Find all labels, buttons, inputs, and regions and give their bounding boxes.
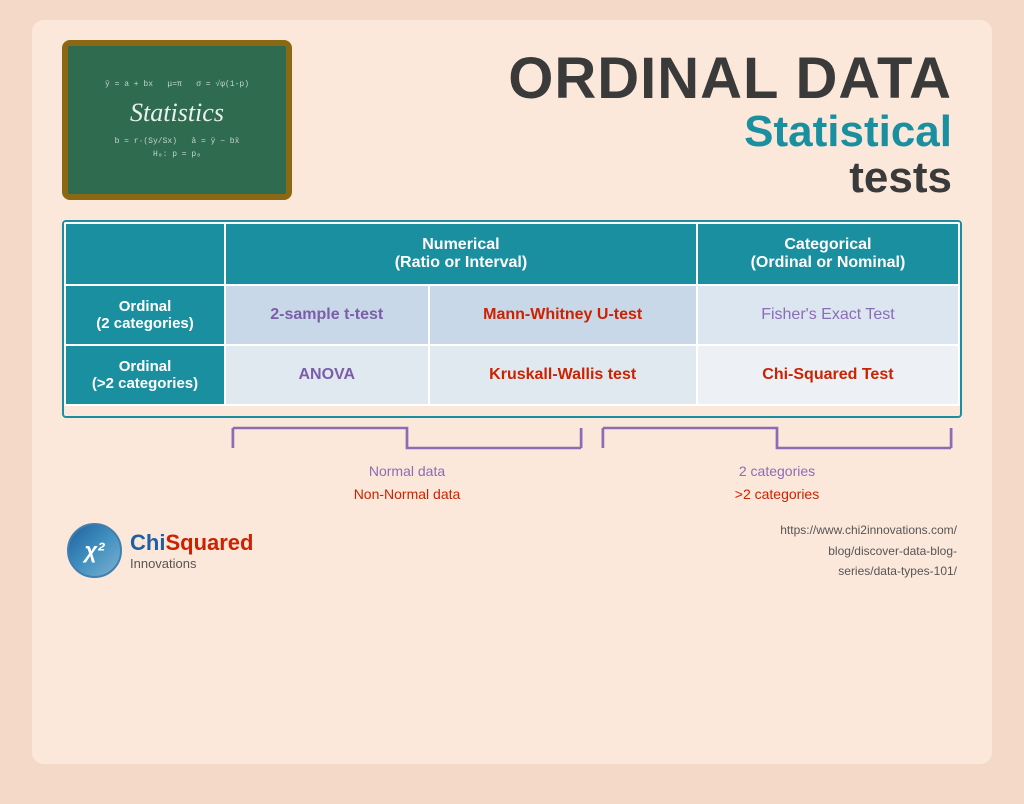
- title-ordinal-data: ORDINAL DATA: [292, 50, 952, 108]
- row1-col2-mann-whitney: Mann-Whitney U-test: [429, 285, 697, 345]
- th-numerical: Numerical (Ratio or Interval): [225, 223, 697, 285]
- chalkboard-formula-bottom: b = r·(Sy/Sx) ā = ȳ − bx̄ H₀: p = p₀: [105, 136, 249, 162]
- table-row-ordinal-2cat: Ordinal (2 categories) 2-sample t-test M…: [65, 285, 959, 345]
- footer-url: https://www.chi2innovations.com/ blog/di…: [780, 520, 957, 581]
- logo-area: χ² ChiSquared Innovations: [67, 523, 253, 578]
- header: ŷ = a + bx μ=π σ = √φ(1-p) Statistics b …: [62, 40, 962, 200]
- row1-label: Ordinal (2 categories): [65, 285, 225, 345]
- logo-innovations: Innovations: [130, 556, 253, 571]
- stats-table: Numerical (Ratio or Interval) Categorica…: [64, 222, 960, 406]
- th-categorical: Categorical (Ordinal or Nominal): [697, 223, 959, 285]
- main-container: ŷ = a + bx μ=π σ = √φ(1-p) Statistics b …: [32, 20, 992, 764]
- logo-chi: Chi: [130, 530, 165, 555]
- row2-label: Ordinal (>2 categories): [65, 345, 225, 405]
- brace-spacer: [62, 423, 222, 505]
- brace-categorical-svg: [592, 423, 962, 453]
- footer: χ² ChiSquared Innovations https://www.ch…: [62, 520, 962, 581]
- chalkboard-content: ŷ = a + bx μ=π σ = √φ(1-p) Statistics b …: [100, 74, 254, 167]
- row2-col1-anova: ANOVA: [225, 345, 429, 405]
- title-area: ORDINAL DATA Statistical tests: [292, 40, 962, 200]
- brace-categorical: 2 categories >2 categories: [592, 423, 962, 505]
- brace-categorical-labels: 2 categories >2 categories: [592, 460, 962, 505]
- stats-table-wrapper: Numerical (Ratio or Interval) Categorica…: [62, 220, 962, 418]
- brace-numerical: Normal data Non-Normal data: [222, 423, 592, 505]
- brace-numerical-svg: [222, 423, 592, 453]
- chalkboard-formula-top: ŷ = a + bx μ=π σ = √φ(1-p): [105, 79, 249, 92]
- brace-numerical-labels: Normal data Non-Normal data: [222, 460, 592, 505]
- table-row-ordinal-2plus-cat: Ordinal (>2 categories) ANOVA Kruskall-W…: [65, 345, 959, 405]
- logo-text-group: ChiSquared Innovations: [130, 530, 253, 571]
- brace-area: Normal data Non-Normal data 2 categories…: [62, 423, 962, 505]
- logo-squared: Squared: [165, 530, 253, 555]
- title-statistical: Statistical: [292, 108, 952, 156]
- row1-col3-fishers: Fisher's Exact Test: [697, 285, 959, 345]
- row1-col1-2sample-ttest: 2-sample t-test: [225, 285, 429, 345]
- logo-icon: χ²: [67, 523, 122, 578]
- chalkboard-image: ŷ = a + bx μ=π σ = √φ(1-p) Statistics b …: [62, 40, 292, 200]
- title-tests: tests: [292, 156, 952, 200]
- row2-col3-chisquared: Chi-Squared Test: [697, 345, 959, 405]
- th-empty: [65, 223, 225, 285]
- chalkboard-title: Statistics: [105, 95, 249, 131]
- row2-col2-kruskall: Kruskall-Wallis test: [429, 345, 697, 405]
